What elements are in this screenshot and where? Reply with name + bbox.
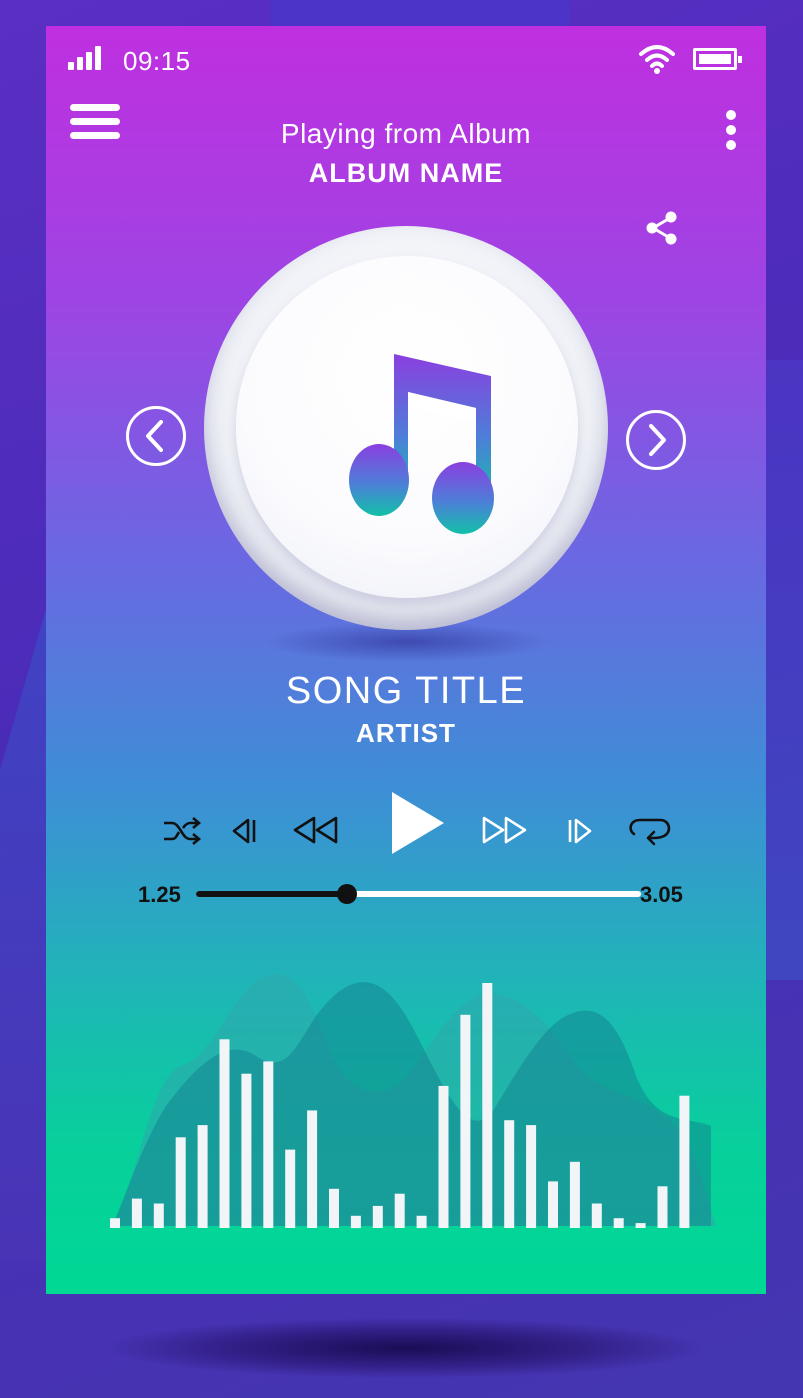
total-time: 3.05 xyxy=(640,882,683,907)
background-facet xyxy=(270,0,570,26)
playing-from-label: Playing from Album xyxy=(280,118,532,149)
visualizer-bar xyxy=(241,1073,252,1228)
signal-bars-icon xyxy=(68,46,106,70)
visualizer-bar xyxy=(197,1125,208,1228)
visualizer-bar xyxy=(263,1061,274,1228)
phone-shadow xyxy=(110,1318,700,1378)
visualizer-bar xyxy=(307,1110,318,1228)
chevron-right-icon xyxy=(649,424,666,456)
album-name[interactable]: ALBUM NAME xyxy=(46,158,766,189)
visualizer-bar xyxy=(219,1039,230,1228)
visualizer-bar xyxy=(110,1218,120,1228)
progress-slider[interactable] xyxy=(196,884,641,904)
play-icon[interactable] xyxy=(388,790,446,856)
status-time: 09:15 xyxy=(123,46,191,76)
song-title: SONG TITLE xyxy=(285,670,527,712)
audio-visualizer xyxy=(110,974,716,1229)
shuffle-icon[interactable] xyxy=(162,814,202,848)
wifi-icon xyxy=(638,42,676,76)
artist-name[interactable]: ARTIST xyxy=(46,718,766,749)
visualizer-bar xyxy=(613,1218,624,1228)
visualizer-bar xyxy=(657,1186,668,1228)
battery-full-icon xyxy=(693,48,742,70)
visualizer-bar xyxy=(372,1205,383,1228)
visualizer-bar xyxy=(526,1125,537,1228)
visualizer-bar xyxy=(679,1095,690,1228)
visualizer-bar xyxy=(416,1215,427,1229)
skip-next-icon[interactable] xyxy=(564,816,594,846)
visualizer-bar xyxy=(591,1203,602,1228)
visualizer-bar xyxy=(131,1198,142,1228)
next-album-button[interactable] xyxy=(626,410,686,470)
visualizer-bar xyxy=(569,1161,580,1228)
visualizer-bar xyxy=(285,1149,296,1228)
visualizer-bar xyxy=(482,983,493,1228)
background-facet xyxy=(763,360,803,980)
visualizer-bar xyxy=(329,1188,339,1228)
visualizer-bar xyxy=(175,1137,186,1228)
fast-forward-icon[interactable] xyxy=(480,814,528,846)
album-artwork xyxy=(204,226,608,630)
visualizer-bar xyxy=(635,1223,646,1228)
chevron-left-icon xyxy=(146,420,163,452)
visualizer-bar xyxy=(350,1215,361,1229)
previous-album-button[interactable] xyxy=(126,406,186,466)
more-vertical-icon[interactable] xyxy=(722,106,742,154)
repeat-icon[interactable] xyxy=(626,812,674,852)
visualizer-bar xyxy=(548,1181,558,1228)
music-player-screen: 09:15 Playing from Album ALBUM NAME SONG… xyxy=(46,26,766,1294)
progress-played xyxy=(196,891,348,897)
elapsed-time: 1.25 xyxy=(138,882,181,907)
visualizer-bar xyxy=(394,1193,405,1228)
music-note-icon xyxy=(346,346,506,536)
skip-previous-icon[interactable] xyxy=(230,816,260,846)
visualizer-bar xyxy=(438,1085,449,1228)
progress-handle[interactable] xyxy=(337,884,358,904)
status-bar: 09:15 xyxy=(46,26,766,96)
visualizer-bar xyxy=(504,1120,515,1228)
visualizer-bar xyxy=(460,1014,471,1228)
rewind-icon[interactable] xyxy=(292,814,340,846)
album-artwork-inner xyxy=(236,256,578,598)
share-icon[interactable] xyxy=(642,210,682,246)
visualizer-bar xyxy=(153,1203,164,1228)
